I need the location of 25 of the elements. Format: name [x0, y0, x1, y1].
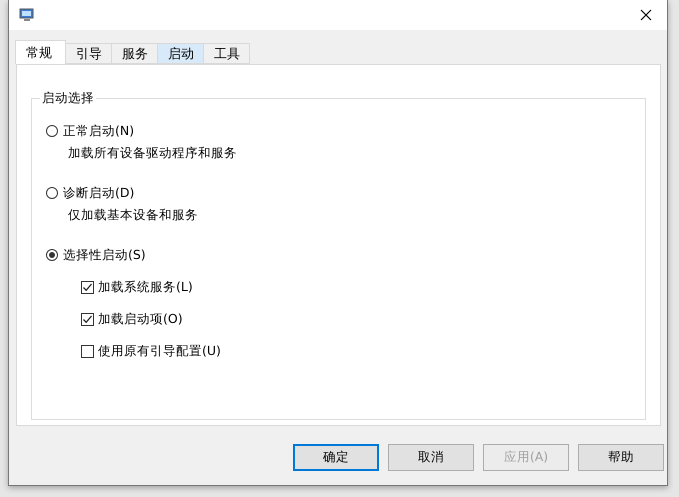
tab[interactable]: 启动 [157, 43, 204, 64]
radio-button[interactable] [46, 249, 58, 261]
dialog-button[interactable]: 取消 [388, 444, 474, 471]
close-icon[interactable] [640, 9, 652, 21]
checkbox-label: 加载启动项(O) [98, 310, 183, 328]
radio-label: 诊断启动(D) [63, 184, 134, 202]
dialog-button[interactable]: 帮助 [578, 444, 664, 471]
checkbox-label: 加载系统服务(L) [98, 278, 193, 296]
checkbox[interactable] [81, 280, 94, 294]
radio-button[interactable] [46, 187, 58, 199]
radio-button[interactable] [46, 125, 58, 137]
dialog-button[interactable]: 确定 [293, 444, 379, 471]
tab[interactable]: 工具 [203, 43, 250, 64]
radio-label: 选择性启动(S) [63, 246, 146, 264]
checkbox[interactable] [81, 312, 94, 326]
radio-label: 正常启动(N) [63, 122, 134, 140]
checkbox-label: 使用原有引导配置(U) [98, 342, 221, 360]
tab[interactable]: 引导 [65, 43, 112, 64]
tab[interactable]: 常规 [15, 40, 66, 64]
option-description: 加载所有设备驱动程序和服务 [68, 145, 238, 162]
group-title: 启动选择 [41, 90, 95, 107]
checkbox[interactable] [81, 344, 94, 358]
option-description: 仅加载基本设备和服务 [68, 207, 199, 224]
tab[interactable]: 服务 [111, 43, 158, 64]
computer-icon [19, 7, 35, 23]
